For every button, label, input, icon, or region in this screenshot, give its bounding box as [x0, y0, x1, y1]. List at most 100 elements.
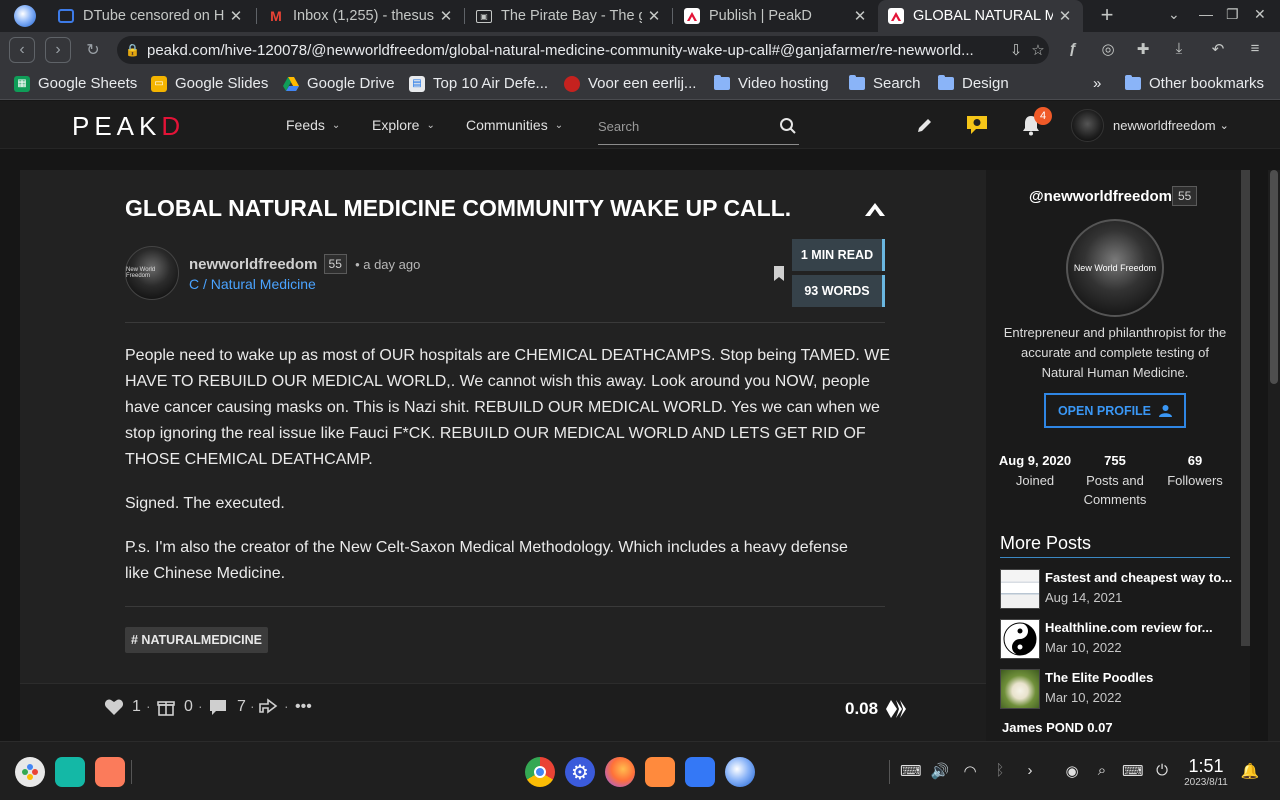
close-icon[interactable]: ✕	[438, 7, 454, 25]
payout-value[interactable]: 0.08	[845, 699, 878, 719]
wifi-icon[interactable]: ◠	[960, 762, 980, 782]
clock-time: 1:51	[1188, 756, 1224, 776]
post-paragraph: Signed. The executed.	[125, 495, 285, 512]
activity-monitor-icon[interactable]: ◉	[1062, 762, 1082, 782]
tab-piratebay[interactable]: ▣ The Pirate Bay - The g ✕	[466, 0, 672, 32]
upvote-chevron-icon[interactable]	[864, 200, 886, 218]
launcher-icon[interactable]	[15, 757, 45, 787]
browser-app-icon[interactable]	[725, 757, 755, 787]
undo-icon[interactable]: ↶	[1207, 40, 1229, 60]
tab-gmail[interactable]: M Inbox (1,255) - thesus ✕	[258, 0, 464, 32]
bookmark-google-sheets[interactable]: ▦ Google Sheets	[14, 68, 137, 99]
bookmark-search[interactable]: Search	[849, 68, 921, 99]
reblog-button[interactable]: 0	[157, 698, 193, 716]
bookmarks-overflow-button[interactable]: »	[1093, 68, 1101, 99]
upvote-button[interactable]: 1	[104, 698, 141, 716]
volume-icon[interactable]: 🔊	[930, 762, 950, 782]
bookmark-video-hosting[interactable]: Video hosting	[714, 68, 829, 99]
bookmark-voor-een-eerlijk[interactable]: Voor een eerlij...	[564, 68, 696, 99]
chevron-right-icon[interactable]: ›	[1020, 762, 1040, 782]
sidebar-username[interactable]: @newworldfreedom	[1029, 188, 1172, 205]
chevron-down-icon[interactable]: ⌄	[1168, 6, 1180, 23]
comments-button[interactable]: 7	[209, 698, 246, 716]
back-button[interactable]: ‹	[9, 37, 35, 63]
apps-grid-icon[interactable]	[95, 757, 125, 787]
tag-naturalmedicine[interactable]: # NATURALMEDICINE	[125, 627, 269, 653]
search-input[interactable]	[598, 109, 778, 143]
bookmark-google-slides[interactable]: ▭ Google Slides	[151, 68, 268, 99]
install-icon[interactable]: ⇩	[1005, 41, 1027, 59]
download-icon[interactable]: ⤓	[1168, 40, 1190, 60]
input-method-icon[interactable]: ⌨	[1122, 762, 1144, 782]
bookmark-google-drive[interactable]: Google Drive	[283, 68, 395, 99]
read-time-badge: 1 MIN READ	[792, 239, 885, 271]
community-link[interactable]: C / Natural Medicine	[189, 276, 316, 292]
author-link[interactable]: newworldfreedom	[189, 256, 317, 273]
more-post-item[interactable]: The Elite Poodles Mar 10, 2022	[1000, 669, 1230, 711]
page-scrollbar[interactable]	[1268, 170, 1280, 741]
bluetooth-icon[interactable]: ᛒ	[990, 762, 1010, 782]
tab-global-natural-medicine[interactable]: GLOBAL NATURAL ME ✕	[878, 0, 1083, 32]
more-post-item[interactable]: Healthline.com review for... Mar 10, 202…	[1000, 619, 1230, 661]
address-bar[interactable]: 🔒 peakd.com/hive-120078/@newworldfreedom…	[117, 36, 1049, 64]
avatar-text: New World Freedom	[126, 267, 156, 279]
pencil-icon[interactable]	[911, 111, 939, 139]
open-profile-button[interactable]: OPEN PROFILE	[1044, 393, 1186, 428]
menu-feeds[interactable]: Feeds ⌄	[286, 117, 340, 133]
system-clock[interactable]: 1:51 2023/8/11	[1180, 756, 1232, 788]
minimize-icon[interactable]: —	[1199, 6, 1213, 22]
keyboard-icon[interactable]: ⌨	[900, 762, 922, 782]
files-app-icon[interactable]	[55, 757, 85, 787]
bookmark-top-10-air-defense[interactable]: ▤ Top 10 Air Defe...	[409, 68, 548, 99]
share-button[interactable]	[259, 698, 278, 714]
extensions-puzzle-icon[interactable]: ✚	[1132, 40, 1154, 60]
incognito-icon[interactable]: ◎	[1097, 40, 1119, 60]
reputation-badge: 55	[323, 254, 347, 274]
menu-communities[interactable]: Communities ⌄	[466, 117, 563, 133]
close-icon[interactable]: ✕	[646, 7, 662, 25]
browser-tab-strip: DTube censored on H ✕ M Inbox (1,255) - …	[0, 0, 1280, 32]
sidebar-scrollbar[interactable]	[1241, 170, 1250, 646]
tab-publish-peakd[interactable]: Publish | PeakD ✕	[674, 0, 878, 32]
store-bag-icon[interactable]	[645, 757, 675, 787]
chrome-icon[interactable]	[525, 757, 555, 787]
bookmark-icon[interactable]	[773, 265, 785, 282]
chat-icon[interactable]	[963, 111, 991, 139]
close-window-icon[interactable]: ✕	[1254, 6, 1266, 23]
peakd-logo[interactable]: PEAKD	[72, 111, 185, 142]
user-menu[interactable]: newworldfreedom ⌄	[1071, 109, 1229, 142]
search-icon[interactable]: ⌕	[1092, 762, 1112, 782]
url-text: peakd.com/hive-120078/@newworldfreedom/g…	[147, 41, 974, 59]
author-avatar[interactable]: New World Freedom	[125, 246, 179, 300]
separator-dot: ·	[250, 698, 255, 714]
close-icon[interactable]: ✕	[1057, 7, 1073, 25]
more-options-icon[interactable]: •••	[295, 698, 312, 716]
more-post-item[interactable]: Fastest and cheapest way to... Aug 14, 2…	[1000, 569, 1232, 611]
bookmark-star-icon[interactable]: ☆	[1027, 41, 1049, 59]
calendar-icon[interactable]	[685, 757, 715, 787]
browser-logo-icon[interactable]	[14, 5, 36, 27]
scrollbar-thumb[interactable]	[1270, 170, 1278, 384]
search-icon[interactable]	[779, 117, 797, 135]
menu-icon[interactable]: ≡	[1244, 40, 1266, 60]
firefox-icon[interactable]	[605, 757, 635, 787]
power-icon[interactable]: ⏻	[1152, 762, 1172, 782]
sidebar-avatar[interactable]: New World Freedom	[1066, 219, 1164, 317]
tab-dtube[interactable]: DTube censored on H ✕	[48, 0, 254, 32]
close-icon[interactable]: ✕	[852, 7, 868, 25]
peakd-icon	[684, 8, 700, 24]
folder-icon	[938, 75, 954, 92]
forward-button[interactable]: ›	[45, 37, 71, 63]
extension-f-icon[interactable]: ƒ	[1062, 40, 1084, 60]
bookmark-design[interactable]: Design	[938, 68, 1009, 99]
menu-explore[interactable]: Explore ⌄	[372, 117, 435, 133]
notification-bell-icon[interactable]: 🔔	[1240, 762, 1260, 782]
other-bookmarks[interactable]: Other bookmarks	[1125, 68, 1264, 99]
more-post-title[interactable]: James POND 0.07	[1002, 720, 1113, 736]
reload-button[interactable]: ↻	[80, 37, 106, 63]
settings-gear-icon[interactable]: ⚙	[565, 757, 595, 787]
bookmark-label: Top 10 Air Defe...	[433, 75, 549, 92]
restore-icon[interactable]: ❐	[1226, 6, 1239, 23]
new-tab-button[interactable]: +	[1095, 4, 1119, 28]
close-icon[interactable]: ✕	[228, 7, 244, 25]
